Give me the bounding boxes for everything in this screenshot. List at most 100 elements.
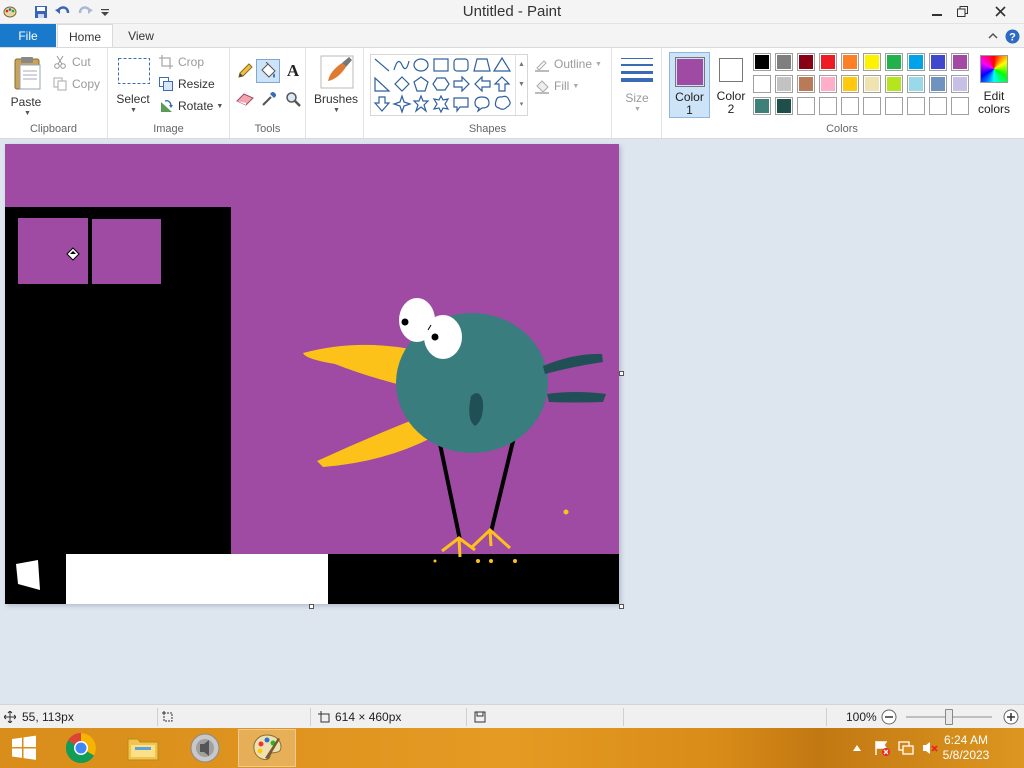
line-width-icon	[621, 58, 653, 82]
palette-swatch-color	[865, 55, 879, 69]
palette-swatch[interactable]	[753, 53, 771, 71]
palette-swatch[interactable]	[951, 97, 969, 115]
taskbar-file-explorer[interactable]	[114, 729, 172, 767]
palette-swatch[interactable]	[841, 53, 859, 71]
select-button[interactable]: Select ▼	[114, 53, 154, 115]
palette-swatch-color	[843, 55, 857, 69]
outline-button[interactable]: Outline ▼	[534, 54, 602, 74]
palette-swatch[interactable]	[797, 53, 815, 71]
fill-tool[interactable]	[256, 59, 280, 83]
shapes-gallery-scroll[interactable]: ▲ ▼ ▾	[515, 55, 527, 115]
palette-swatch[interactable]	[885, 75, 903, 93]
chevron-down-icon: ▼	[333, 107, 340, 114]
palette-swatch[interactable]	[753, 75, 771, 93]
palette-swatch[interactable]	[907, 75, 925, 93]
restore-button[interactable]	[947, 0, 977, 22]
palette-swatch[interactable]	[951, 53, 969, 71]
window-left-shape	[18, 218, 88, 284]
color-wheel-icon	[980, 55, 1008, 83]
palette-swatch[interactable]	[797, 97, 815, 115]
palette-swatch-color	[865, 77, 879, 91]
color-picker-tool[interactable]	[258, 88, 280, 110]
paste-button[interactable]: Paste ▼	[8, 53, 48, 117]
palette-swatch[interactable]	[863, 75, 881, 93]
palette-swatch[interactable]	[819, 75, 837, 93]
edit-colors-label: Edit	[983, 89, 1005, 103]
tail-feather-top-shape	[543, 353, 603, 374]
help-icon[interactable]: ?	[1004, 28, 1020, 44]
action-center-icon[interactable]	[872, 728, 892, 768]
palette-swatch-color	[799, 55, 813, 69]
system-clock[interactable]: 6:24 AM 5/8/2023	[936, 733, 996, 763]
palette-swatch-color	[953, 99, 967, 113]
taskbar-chrome[interactable]	[52, 729, 110, 767]
resize-handle-corner[interactable]	[619, 604, 624, 609]
resize-button[interactable]: Resize	[158, 74, 215, 94]
palette-swatch[interactable]	[863, 97, 881, 115]
zoom-in-button[interactable]	[1003, 705, 1019, 729]
brush-icon	[320, 55, 354, 89]
resize-handle-right[interactable]	[619, 371, 624, 376]
palette-swatch[interactable]	[907, 97, 925, 115]
crop-button[interactable]: Crop	[158, 52, 204, 72]
palette-swatch[interactable]	[753, 97, 771, 115]
palette-swatch[interactable]	[929, 53, 947, 71]
cut-label: Cut	[72, 55, 91, 69]
rotate-button[interactable]: Rotate ▼	[158, 96, 223, 116]
magnifier-tool[interactable]	[282, 88, 304, 110]
tab-file[interactable]: File	[0, 24, 56, 47]
minimize-ribbon-icon[interactable]	[985, 28, 1001, 44]
palette-swatch[interactable]	[863, 53, 881, 71]
brushes-group: Brushes ▼	[306, 48, 364, 138]
folder-icon	[127, 738, 159, 761]
close-button[interactable]	[982, 0, 1018, 22]
copy-button[interactable]: Copy	[52, 74, 100, 94]
canvas-workspace[interactable]	[0, 139, 1024, 704]
zoom-slider-thumb[interactable]	[945, 709, 953, 725]
text-tool[interactable]: A	[282, 60, 304, 82]
chevron-up-icon	[853, 745, 861, 751]
palette-swatch-color	[777, 99, 791, 113]
resize-handle-bottom[interactable]	[309, 604, 314, 609]
network-icon[interactable]	[896, 728, 916, 768]
palette-swatch[interactable]	[951, 75, 969, 93]
show-hidden-icons-button[interactable]	[850, 728, 864, 768]
palette-swatch[interactable]	[929, 75, 947, 93]
fill-button[interactable]: Fill ▼	[534, 76, 579, 96]
palette-swatch[interactable]	[885, 97, 903, 115]
brushes-button[interactable]: Brushes ▼	[310, 53, 362, 117]
zoom-slider-track[interactable]	[906, 709, 992, 725]
fill-label: Fill	[554, 79, 570, 93]
tab-home[interactable]: Home	[57, 24, 113, 48]
palette-swatch[interactable]	[885, 53, 903, 71]
palette-swatch-color	[777, 77, 791, 91]
palette-swatch[interactable]	[929, 97, 947, 115]
start-button[interactable]	[0, 729, 48, 767]
eraser-tool[interactable]	[234, 88, 256, 110]
palette-swatch[interactable]	[819, 97, 837, 115]
palette-swatch[interactable]	[907, 53, 925, 71]
palette-swatch[interactable]	[775, 75, 793, 93]
taskbar-paint[interactable]	[238, 729, 296, 767]
tab-view[interactable]: View	[116, 24, 166, 47]
pencil-tool[interactable]	[234, 60, 256, 82]
palette-swatch-color	[799, 99, 813, 113]
palette-swatch[interactable]	[775, 53, 793, 71]
palette-swatch-color	[909, 55, 923, 69]
palette-swatch-color	[931, 77, 945, 91]
palette-swatch[interactable]	[797, 75, 815, 93]
chevron-down-icon: ▼	[634, 106, 641, 113]
zoom-out-button[interactable]	[881, 705, 897, 729]
size-label: Size	[625, 91, 649, 105]
size-button[interactable]: Size ▼	[618, 54, 656, 116]
shapes-gallery[interactable]: ▲ ▼ ▾	[370, 54, 528, 116]
palette-swatch[interactable]	[841, 75, 859, 93]
edit-colors-button[interactable]: Edit colors	[976, 52, 1012, 118]
paste-label: Paste	[10, 95, 42, 109]
palette-swatch[interactable]	[819, 53, 837, 71]
palette-swatch[interactable]	[841, 97, 859, 115]
taskbar-media[interactable]	[176, 729, 234, 767]
palette-swatch[interactable]	[775, 97, 793, 115]
cut-button[interactable]: Cut	[52, 52, 91, 72]
drawing-canvas[interactable]	[5, 144, 619, 604]
